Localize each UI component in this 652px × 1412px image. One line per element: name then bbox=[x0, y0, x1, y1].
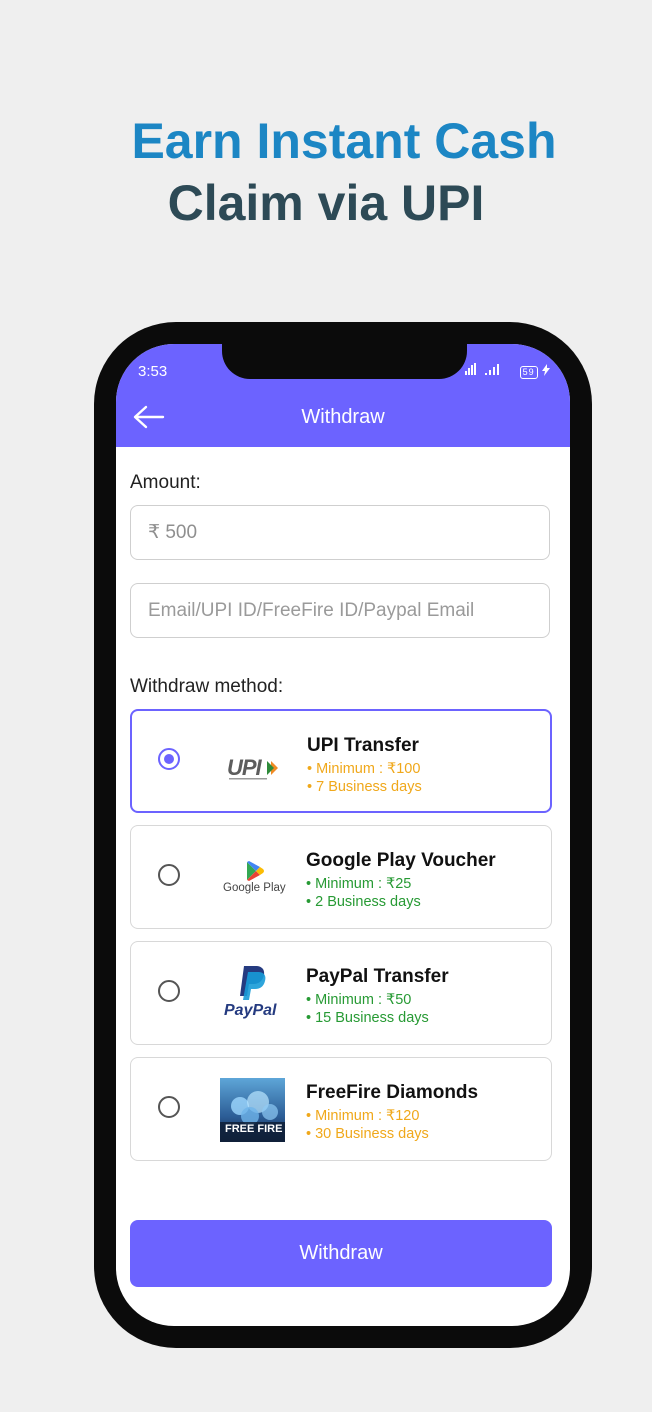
freefire-logo-text: FREE FIRE bbox=[225, 1123, 283, 1135]
amount-field[interactable] bbox=[130, 505, 550, 560]
radio-selected[interactable] bbox=[158, 748, 180, 770]
method-minimum: • Minimum : ₹120 bbox=[306, 1108, 420, 1124]
headline-line2-text: Claim via UPI bbox=[167, 175, 485, 231]
method-google-play-voucher[interactable]: Google Play Google Play Voucher • Minimu… bbox=[130, 825, 552, 929]
amount-label: Amount: bbox=[130, 472, 201, 493]
paypal-logo: PayPal bbox=[220, 962, 286, 1026]
freefire-logo: FREE FIRE bbox=[220, 1078, 285, 1142]
method-days: • 30 Business days bbox=[306, 1126, 429, 1142]
paypal-logo-text: PayPal bbox=[224, 1002, 277, 1019]
method-minimum: • Minimum : ₹25 bbox=[306, 876, 412, 892]
withdraw-method-label: Withdraw method: bbox=[130, 676, 284, 697]
battery-icon: 59 bbox=[519, 366, 538, 380]
app-bar: 3:53 ⁴ᴳ 59 bbox=[116, 344, 570, 447]
radio-unselected[interactable] bbox=[158, 1096, 180, 1118]
method-paypal-transfer[interactable]: PayPal PayPal Transfer • Minimum : ₹50 •… bbox=[130, 941, 552, 1045]
method-days: • 2 Business days bbox=[306, 894, 421, 910]
radio-dot bbox=[164, 754, 174, 764]
amount-input[interactable] bbox=[146, 520, 533, 545]
google-play-logo: Google Play bbox=[220, 846, 286, 910]
status-icons: ⁴ᴳ 59 bbox=[453, 362, 550, 380]
page-title: Withdraw bbox=[301, 406, 385, 428]
signal-icon: ⁴ᴳ bbox=[453, 363, 519, 379]
method-title: FreeFire Diamonds bbox=[306, 1082, 479, 1103]
google-play-logo-text: Google Play bbox=[223, 882, 286, 894]
headline-earn-instant-cash: Earn Instant Cash bbox=[131, 113, 557, 169]
method-title: Google Play Voucher bbox=[306, 850, 496, 871]
headline-claim-via-upi: Claim via UPI bbox=[0, 174, 652, 232]
phone-notch bbox=[222, 344, 467, 379]
svg-text:UPI: UPI bbox=[227, 755, 263, 780]
method-days: • 15 Business days bbox=[306, 1010, 429, 1026]
phone-screen: 3:53 ⁴ᴳ 59 bbox=[116, 344, 570, 1326]
method-title: PayPal Transfer bbox=[306, 966, 449, 987]
method-days: • 7 Business days bbox=[307, 779, 422, 795]
method-title: UPI Transfer bbox=[307, 735, 419, 756]
method-minimum: • Minimum : ₹50 bbox=[306, 992, 412, 1008]
account-id-field[interactable] bbox=[130, 583, 550, 638]
upi-logo: UPI bbox=[221, 731, 287, 795]
radio-unselected[interactable] bbox=[158, 864, 180, 886]
charging-icon bbox=[542, 364, 550, 379]
account-id-input[interactable] bbox=[146, 598, 533, 623]
status-time: 3:53 bbox=[138, 363, 168, 380]
method-freefire-diamonds[interactable]: FREE FIRE FreeFire Diamonds • Minimum : … bbox=[130, 1057, 552, 1161]
method-upi-transfer[interactable]: UPI UPI Transfer • Minimum : ₹100 • 7 Bu… bbox=[130, 709, 552, 813]
radio-unselected[interactable] bbox=[158, 980, 180, 1002]
withdraw-button[interactable]: Withdraw bbox=[130, 1220, 552, 1287]
phone-frame: 3:53 ⁴ᴳ 59 bbox=[94, 322, 592, 1348]
method-minimum: • Minimum : ₹100 bbox=[307, 761, 421, 777]
